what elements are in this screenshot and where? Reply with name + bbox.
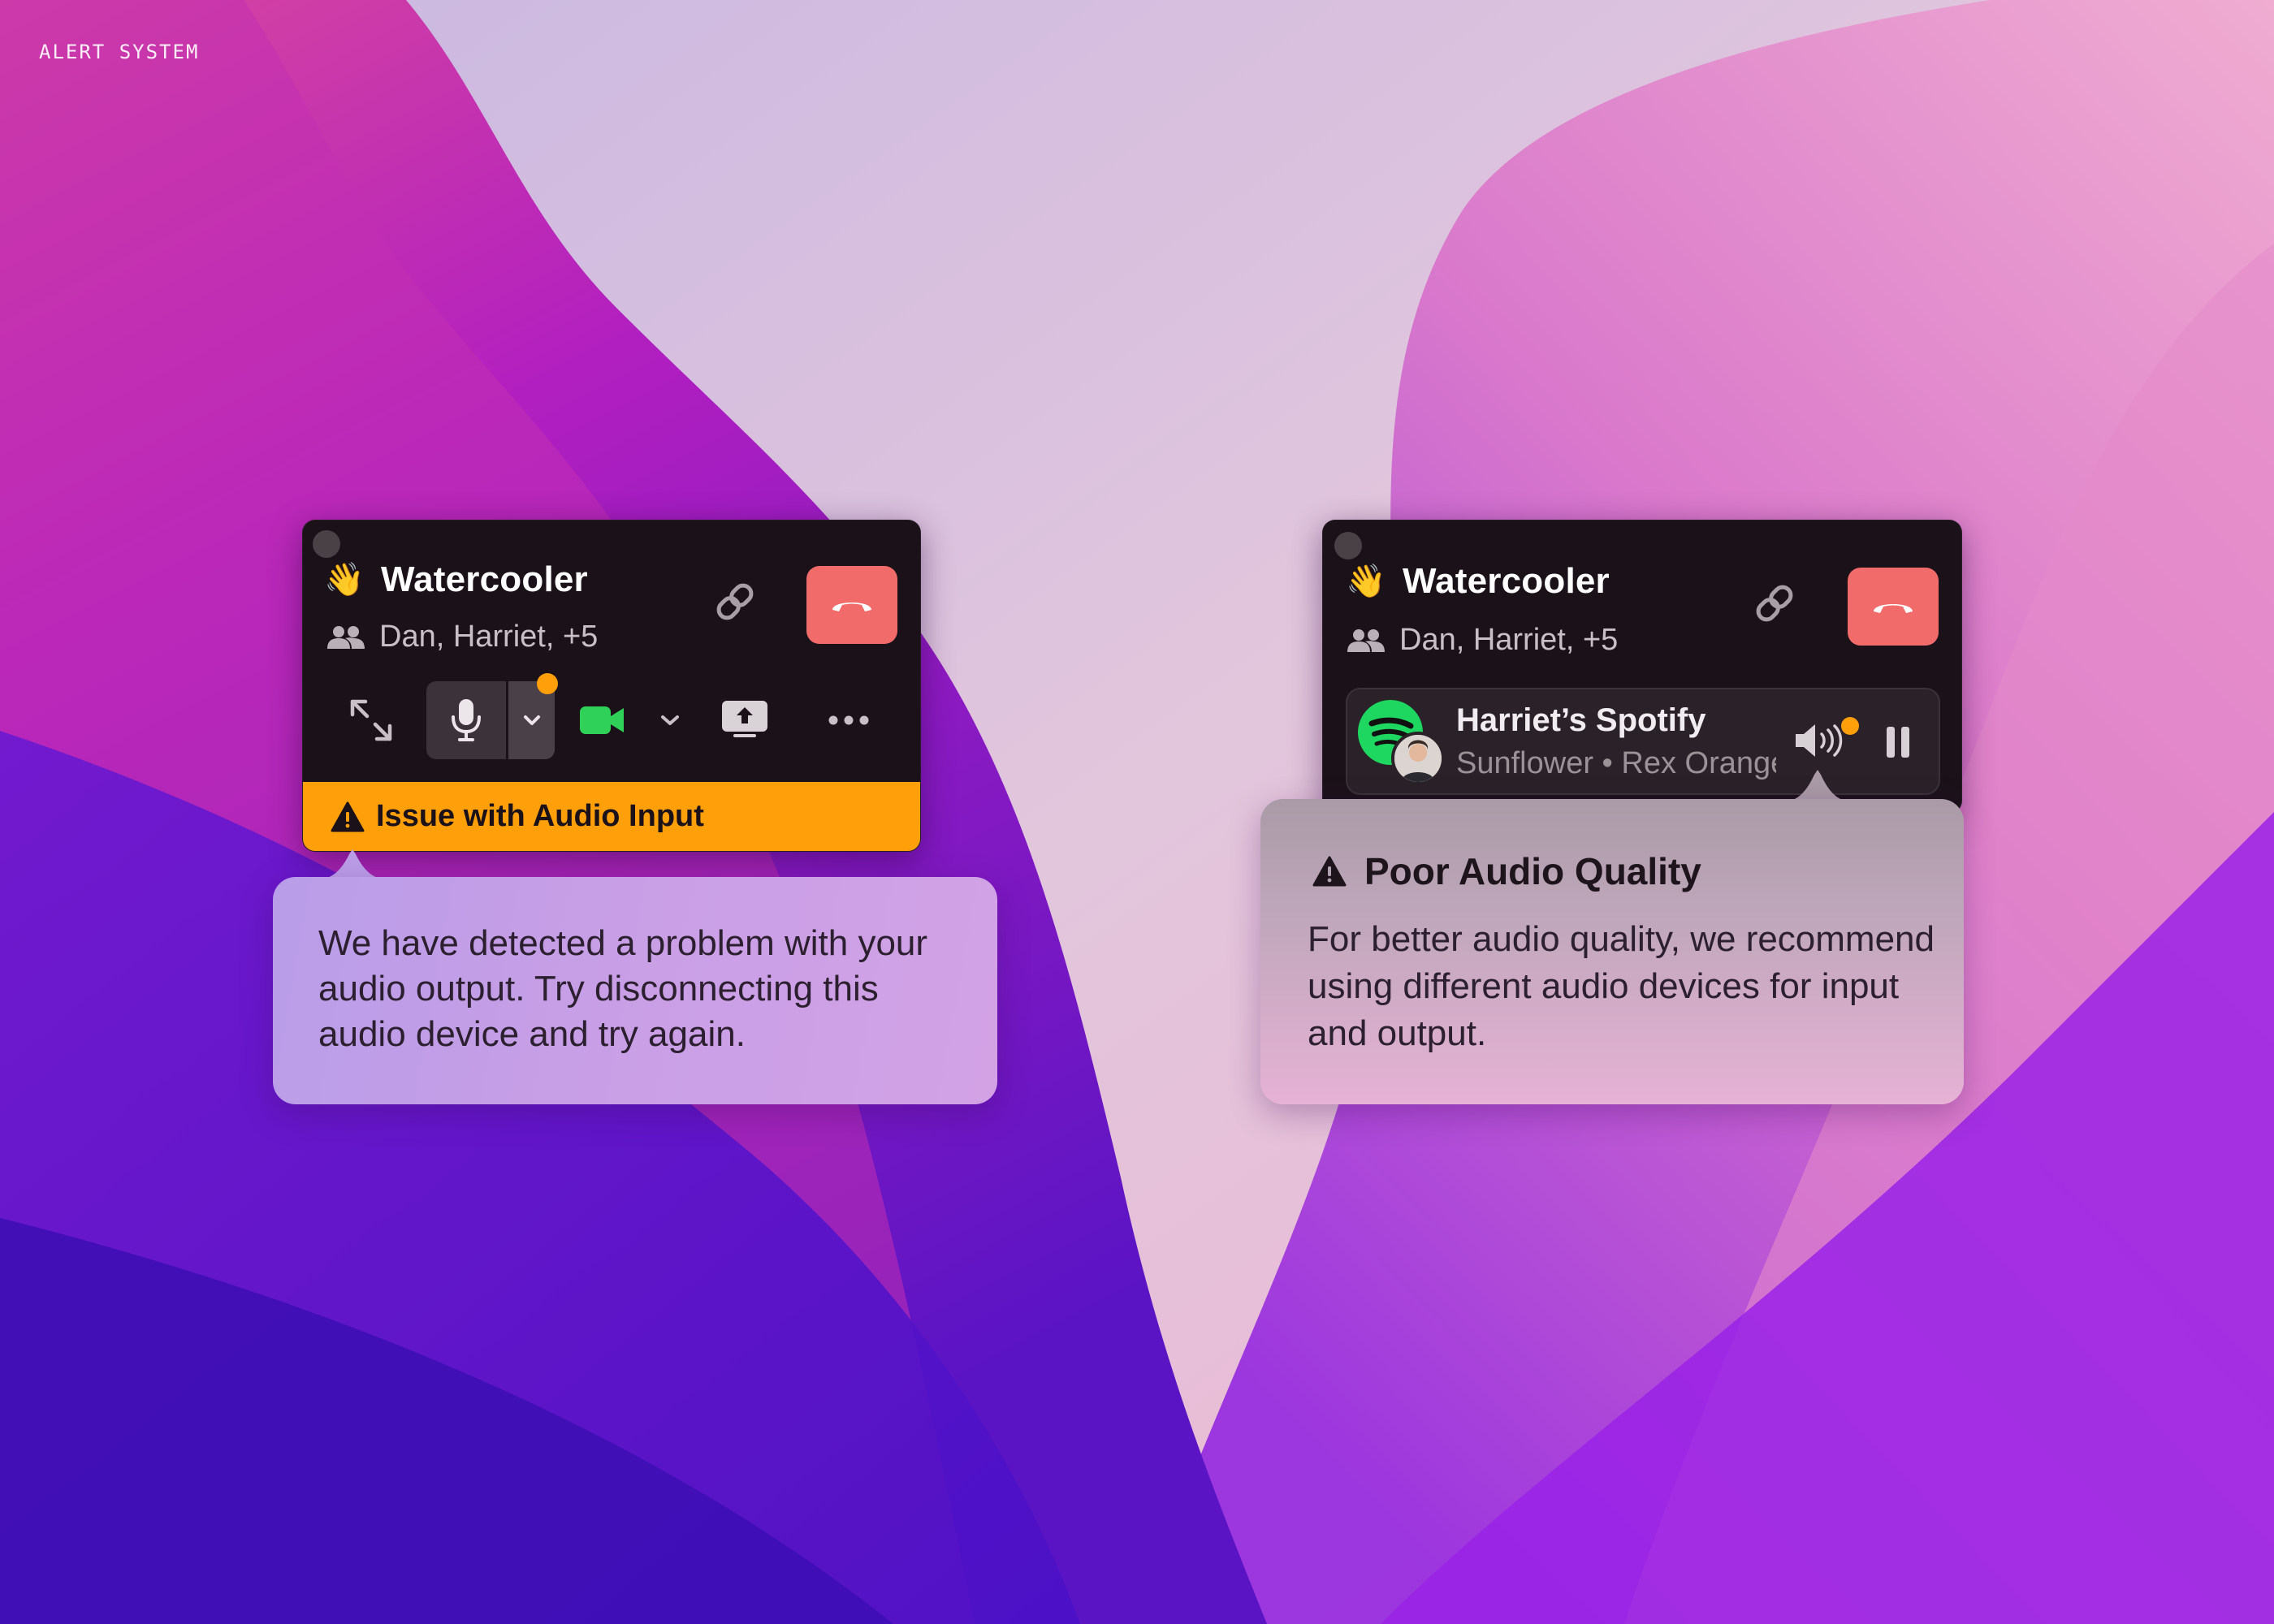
tooltip-title: Poor Audio Quality	[1364, 850, 1701, 892]
call-widget-2: 👋 Watercooler Dan, Harriet, +5 Harriet’s…	[1322, 520, 1962, 814]
callout-tail	[312, 849, 393, 880]
participants-label: Dan, Harriet, +5	[1399, 623, 1619, 657]
chevron-down-icon	[523, 715, 540, 725]
audio-input-tooltip: We have detected a problem with your aud…	[273, 877, 997, 1104]
spotify-track: Sunflower • Rex Orange County	[1456, 746, 1776, 780]
people-icon	[327, 625, 365, 649]
callout-tail	[1779, 770, 1857, 802]
hangup-icon	[1874, 604, 1913, 613]
warning-icon	[331, 801, 365, 831]
window-dot-icon[interactable]	[1334, 532, 1362, 559]
participants-label: Dan, Harriet, +5	[379, 620, 599, 654]
speaker-alert-indicator	[1841, 717, 1859, 735]
expand-button[interactable]	[347, 696, 396, 745]
page-label: ALERT SYSTEM	[39, 41, 200, 63]
hangup-button[interactable]	[1848, 568, 1939, 646]
window-dot-icon[interactable]	[313, 530, 340, 558]
call-widget-1: 👋 Watercooler Dan, Harriet, +5 Issue wit…	[302, 520, 921, 852]
wave-emoji-icon: 👋	[324, 562, 365, 598]
more-button[interactable]	[823, 696, 875, 745]
wave-emoji-icon: 👋	[1346, 564, 1386, 599]
alert-bar-label: Issue with Audio Input	[376, 799, 704, 833]
tooltip-message: We have detected a problem with your aud…	[318, 923, 928, 1054]
chevron-down-icon	[661, 715, 679, 725]
pause-icon[interactable]	[1883, 725, 1913, 759]
audio-input-alert-bar[interactable]: Issue with Audio Input	[303, 782, 920, 851]
warning-icon	[1312, 856, 1347, 887]
hangup-button[interactable]	[806, 566, 897, 644]
video-button[interactable]	[576, 696, 628, 745]
people-icon	[1347, 628, 1385, 652]
hangup-icon	[832, 603, 871, 611]
video-camera-icon	[580, 706, 624, 734]
tooltip-message: For better audio quality, we recommend u…	[1308, 919, 1935, 1053]
microphone-control	[426, 681, 555, 759]
screen-share-button[interactable]	[719, 693, 771, 745]
audio-quality-tooltip: Poor Audio Quality For better audio qual…	[1260, 799, 1964, 1104]
room-title: Watercooler	[381, 559, 588, 599]
microphone-button[interactable]	[426, 681, 506, 759]
screen-share-icon	[722, 701, 767, 737]
expand-icon	[350, 699, 392, 741]
mic-alert-indicator	[537, 673, 558, 694]
video-options-button[interactable]	[652, 696, 688, 745]
avatar	[1391, 732, 1445, 785]
link-icon[interactable]	[711, 577, 759, 626]
more-icon	[828, 715, 869, 725]
room-title: Watercooler	[1403, 561, 1610, 601]
spotify-title: Harriet’s Spotify	[1456, 702, 1706, 738]
link-icon[interactable]	[1750, 579, 1799, 628]
microphone-icon	[452, 699, 481, 741]
